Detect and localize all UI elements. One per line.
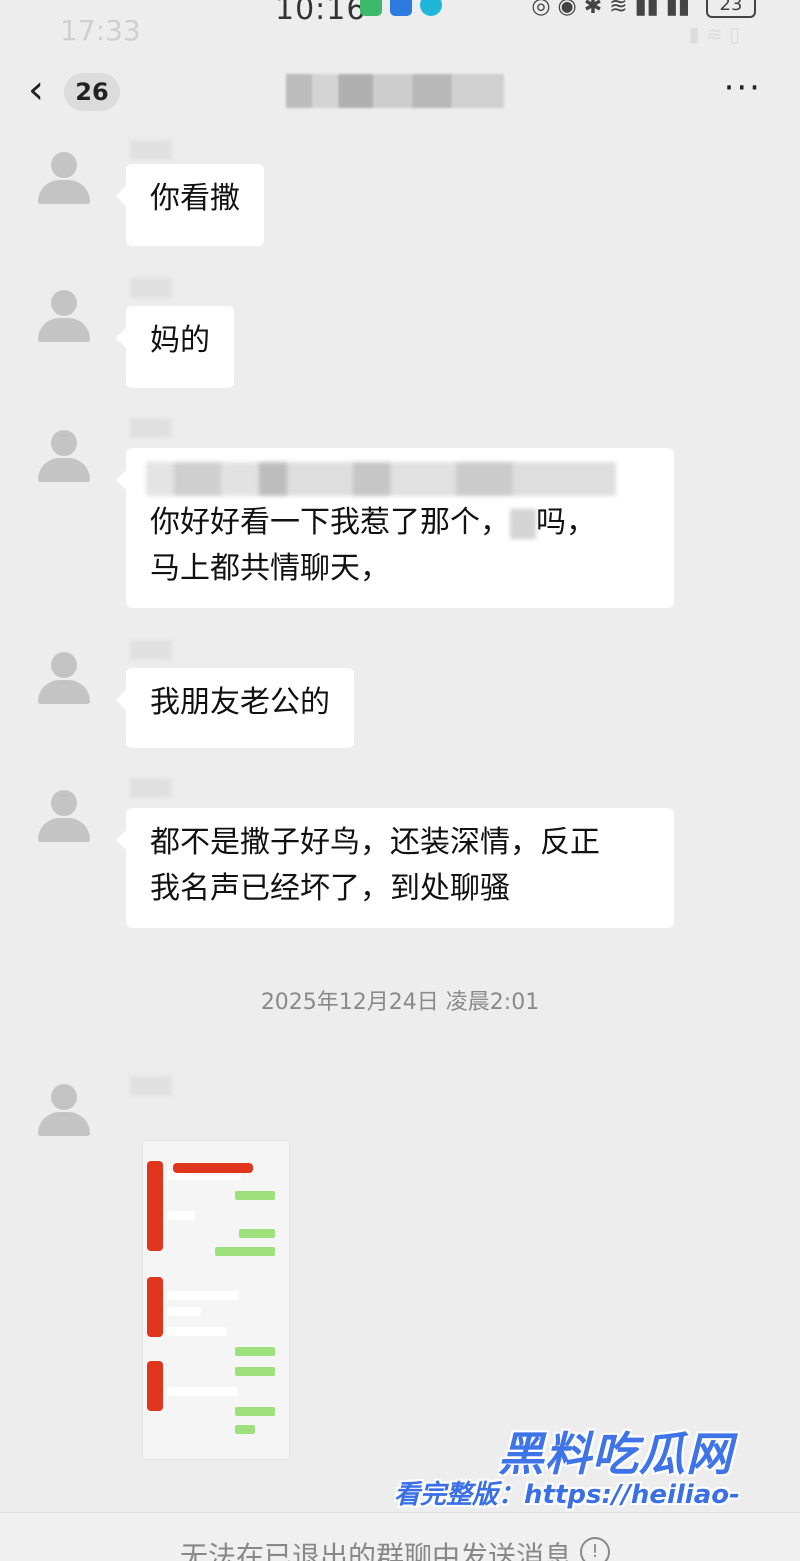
avatar-head (51, 652, 77, 678)
avatar[interactable] (36, 650, 92, 706)
avatar-body (38, 458, 90, 482)
avatar-body (38, 1112, 90, 1136)
footer-notice-text: 无法在已退出的群聊中发送消息 (180, 1540, 573, 1561)
app-icon-green (360, 0, 382, 16)
redaction-mark (147, 1361, 163, 1411)
sender-name-redacted (130, 140, 172, 160)
chat-header: ‹ 26 ··· (0, 62, 800, 122)
message-text-line2: 我名声已经坏了，到处聊骚 (150, 871, 510, 906)
chat-title-redacted (286, 74, 504, 108)
mini-bubble-left (167, 1327, 227, 1336)
message-text-line2: 马上都共情聊天， (150, 551, 390, 586)
avatar[interactable] (36, 788, 92, 844)
mini-bubble-right (235, 1425, 255, 1434)
mini-bubble-right (235, 1191, 275, 1200)
mini-bubble-left (167, 1211, 195, 1220)
sender-name-redacted (130, 418, 172, 438)
mini-bubble-right (235, 1407, 275, 1416)
status-time-inner: 17:33 (60, 14, 141, 47)
redaction-mark (173, 1163, 253, 1173)
back-chevron-icon[interactable]: ‹ (28, 70, 44, 110)
message-text: 妈的 (150, 323, 210, 358)
message-bubble[interactable]: 你好好看一下我惹了那个， 吗， 马上都共情聊天， (116, 448, 674, 608)
status-time-outer: 10:16 (275, 0, 367, 27)
message-bubble[interactable]: 都不是撒子好鸟，还装深情，反正 我名声已经坏了，到处聊骚 (116, 808, 674, 928)
message-text-line1-tail: 吗， (536, 505, 596, 540)
mini-bubble-right (235, 1367, 275, 1376)
mini-bubble-left (167, 1307, 201, 1316)
redaction-mark (147, 1277, 163, 1337)
sender-name-redacted (130, 278, 172, 298)
message-text: 我朋友老公的 (150, 685, 330, 720)
redacted-word (510, 508, 536, 539)
message-text-line1: 你好好看一下我惹了那个， (150, 505, 510, 540)
info-icon[interactable]: ! (580, 1537, 610, 1561)
signal-wifi-icons: ◎ ◉ ✱ ≋ ▮▮ ▮▮ (531, 0, 690, 19)
avatar[interactable] (36, 428, 92, 484)
message-bubble[interactable]: 我朋友老公的 (116, 668, 354, 748)
mini-bubble-left (167, 1387, 237, 1396)
footer-notice-bar: 无法在已退出的群聊中发送消息 ! (0, 1512, 800, 1561)
app-icon-cyan (420, 0, 442, 16)
message-timestamp: 2025年12月24日 凌晨2:01 (260, 990, 540, 1015)
sender-name-redacted (130, 640, 172, 660)
status-bar: 10:16 17:33 ◎ ◉ ✱ ≋ ▮▮ ▮▮ 23 ▮ ≋ ▯ (0, 0, 800, 60)
signal-icon-faded: ▮ ≋ ▯ (688, 22, 740, 46)
avatar[interactable] (36, 1082, 92, 1138)
mini-bubble-right (239, 1229, 275, 1238)
message-text-line1: 都不是撒子好鸟，还装深情，反正 (150, 825, 600, 860)
avatar-head (51, 290, 77, 316)
avatar-head (51, 1084, 77, 1110)
mini-bubble-right (235, 1347, 275, 1356)
avatar-head (51, 152, 77, 178)
message-bubble[interactable]: 你看撒 (116, 164, 264, 246)
avatar-body (38, 180, 90, 204)
app-icon-blue (390, 0, 412, 16)
avatar[interactable] (36, 288, 92, 344)
avatar[interactable] (36, 150, 92, 206)
more-options-icon[interactable]: ··· (724, 68, 762, 108)
sender-name-redacted (130, 1076, 172, 1096)
unread-count-badge[interactable]: 26 (64, 73, 120, 111)
image-message-thumbnail[interactable] (142, 1140, 290, 1460)
avatar-body (38, 680, 90, 704)
battery-icon: 23 (706, 0, 756, 18)
redacted-text (146, 462, 616, 496)
mini-bubble-left (167, 1291, 239, 1300)
avatar-head (51, 790, 77, 816)
message-text: 你看撒 (150, 181, 240, 216)
avatar-body (38, 318, 90, 342)
message-bubble[interactable]: 妈的 (116, 306, 234, 388)
avatar-body (38, 818, 90, 842)
avatar-head (51, 430, 77, 456)
mini-bubble-right (215, 1247, 275, 1256)
redaction-mark (147, 1161, 163, 1251)
sender-name-redacted (130, 778, 172, 798)
